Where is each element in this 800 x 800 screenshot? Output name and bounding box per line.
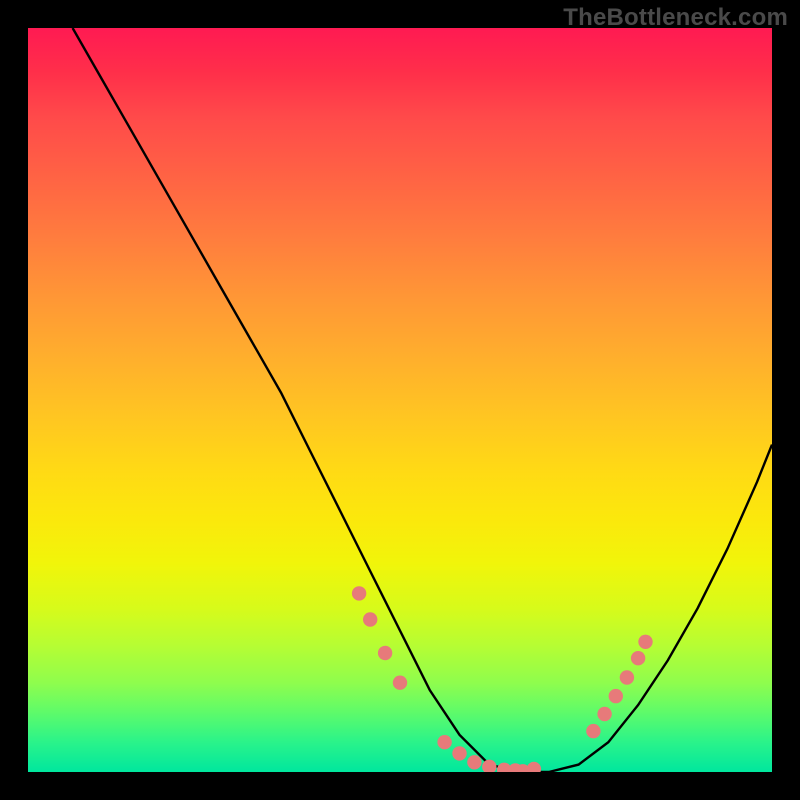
highlight-dot — [597, 707, 611, 721]
highlight-dot — [363, 612, 377, 626]
highlight-dot — [586, 724, 600, 738]
bottleneck-curve — [73, 28, 772, 772]
highlight-dot — [482, 760, 496, 772]
plot-area — [28, 28, 772, 772]
highlight-dot — [631, 651, 645, 665]
curve-svg — [28, 28, 772, 772]
highlight-dot — [452, 746, 466, 760]
highlight-dot — [393, 676, 407, 690]
highlight-dot — [527, 762, 541, 772]
highlight-dot — [620, 670, 634, 684]
chart-frame: TheBottleneck.com — [0, 0, 800, 800]
highlight-dot — [467, 755, 481, 769]
highlight-dot — [352, 586, 366, 600]
highlight-dot — [437, 735, 451, 749]
highlight-dot — [378, 646, 392, 660]
highlight-dot — [638, 635, 652, 649]
highlight-dot — [609, 689, 623, 703]
